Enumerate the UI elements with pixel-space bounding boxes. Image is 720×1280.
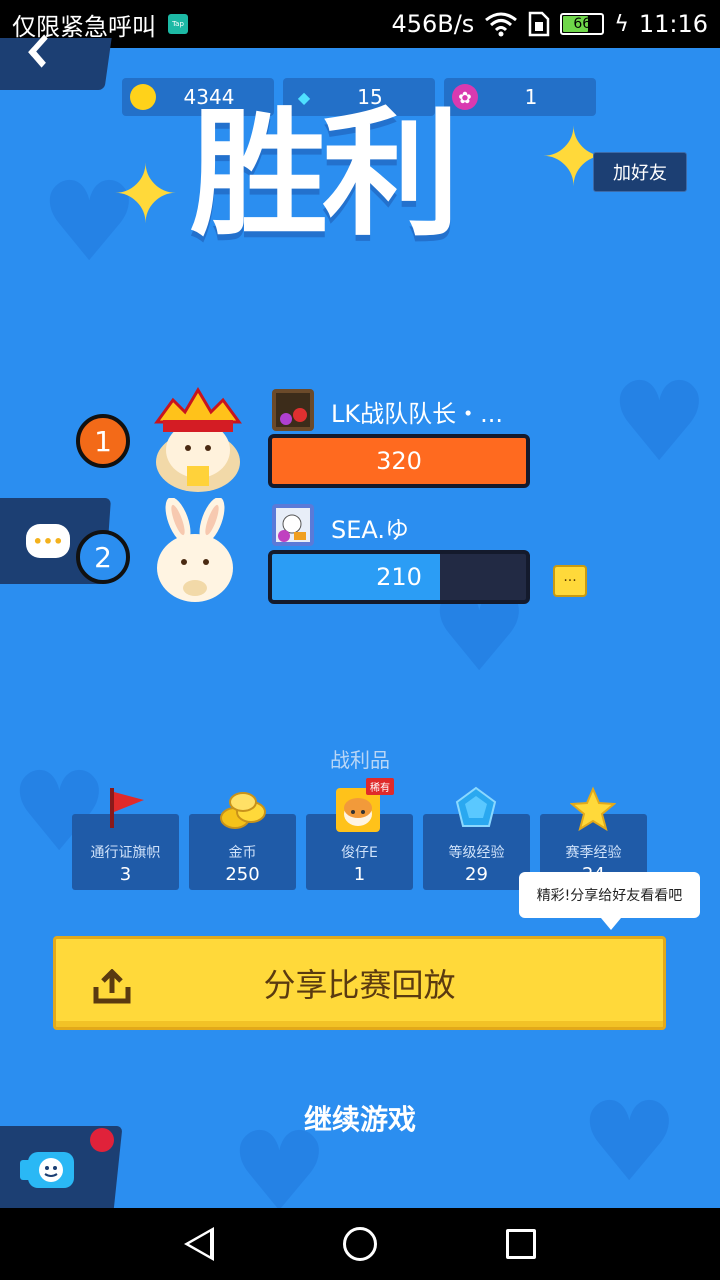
share-replay-label: 分享比赛回放: [263, 966, 456, 1004]
add-friend-button[interactable]: 加好友: [593, 152, 687, 192]
rare-badge: 稀有: [366, 778, 394, 795]
network-speed: 456B/s: [391, 10, 475, 38]
player-character-avatar: [143, 382, 253, 492]
sparkle-star-icon: ✦: [112, 148, 180, 241]
chat-bubble-icon[interactable]: •••: [26, 524, 70, 558]
back-button[interactable]: [0, 34, 112, 90]
carrier-text: 仅限紧急呼叫: [12, 12, 156, 41]
player-name: LK战队队长・...: [331, 400, 503, 428]
share-replay-button[interactable]: 分享比赛回放: [53, 936, 666, 1030]
blue-gem-icon: [455, 786, 497, 827]
tap-app-icon: Tap: [168, 14, 188, 34]
player-name: SEA.ゆ: [331, 516, 410, 544]
share-tooltip: 精彩!分享给好友看看吧: [519, 872, 700, 930]
player-avatar-thumbnail[interactable]: [272, 389, 314, 431]
nav-recent-apps-icon[interactable]: [505, 1229, 536, 1259]
nav-back-icon[interactable]: [184, 1227, 215, 1261]
clock: 11:16: [638, 10, 708, 38]
player-character-avatar: [140, 498, 250, 608]
wifi-icon: [485, 12, 518, 37]
camera-icon[interactable]: [20, 1140, 82, 1194]
rank-badge: 1: [76, 414, 130, 468]
notification-dot: [90, 1128, 114, 1152]
share-icon: [93, 969, 131, 1004]
sim-card-icon: [529, 11, 550, 37]
loot-title: 战利品: [330, 748, 390, 772]
victory-title: 胜利: [190, 94, 460, 255]
gold-coin-icon: [130, 84, 156, 110]
score-bar: 320: [268, 434, 530, 488]
background-heart-icon: ♥: [610, 358, 709, 486]
rank-badge: 2: [76, 530, 130, 584]
charging-icon: ϟ: [614, 11, 629, 37]
nav-home-icon[interactable]: [342, 1227, 377, 1261]
star-icon: [570, 786, 616, 832]
coins-icon: [220, 792, 266, 829]
red-flag-icon: [110, 788, 144, 828]
player-avatar-thumbnail[interactable]: [272, 504, 314, 546]
battery-icon: 66: [560, 13, 605, 35]
more-options-button[interactable]: ···: [553, 565, 587, 597]
navigation-bar: [0, 1208, 720, 1280]
score-bar: 210: [268, 550, 530, 604]
